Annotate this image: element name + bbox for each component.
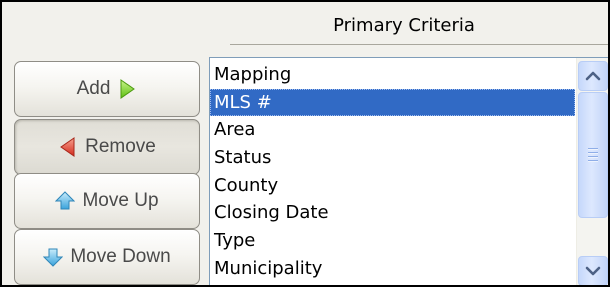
arrow-left-icon bbox=[58, 136, 78, 158]
grip-icon bbox=[588, 148, 598, 162]
list-item-mls-number[interactable]: MLS # bbox=[210, 88, 575, 117]
list-item-municipality[interactable]: Municipality bbox=[210, 255, 575, 283]
chevron-down-icon bbox=[585, 265, 601, 277]
criteria-listbox[interactable]: Mapping MLS # Area Status County Closing… bbox=[209, 57, 608, 285]
move-down-button[interactable]: Move Down bbox=[14, 229, 200, 285]
list-item-type[interactable]: Type bbox=[210, 227, 575, 255]
header-divider bbox=[230, 44, 608, 45]
list-item-closing-date[interactable]: Closing Date bbox=[210, 199, 575, 227]
scroll-up-button[interactable] bbox=[578, 61, 608, 91]
list-item-county[interactable]: County bbox=[210, 172, 575, 200]
scroll-thumb[interactable] bbox=[578, 92, 608, 218]
move-up-button[interactable]: Move Up bbox=[14, 173, 200, 229]
arrow-up-icon bbox=[55, 190, 76, 212]
move-down-button-label: Move Down bbox=[70, 246, 171, 267]
list-item-area[interactable]: Area bbox=[210, 116, 575, 144]
chevron-up-icon bbox=[585, 70, 601, 82]
list-item-status[interactable]: Status bbox=[210, 144, 575, 172]
vertical-scrollbar[interactable] bbox=[576, 58, 608, 285]
remove-button-label: Remove bbox=[85, 136, 156, 157]
criteria-panel: Primary Criteria Add Remove Move Up Move… bbox=[0, 0, 610, 287]
criteria-list: Mapping MLS # Area Status County Closing… bbox=[210, 61, 575, 283]
arrow-right-icon bbox=[117, 78, 137, 100]
scroll-down-button[interactable] bbox=[578, 256, 608, 285]
add-button[interactable]: Add bbox=[14, 61, 200, 117]
add-button-label: Add bbox=[76, 78, 111, 99]
list-item-mapping[interactable]: Mapping bbox=[210, 61, 575, 89]
panel-title: Primary Criteria bbox=[333, 15, 475, 36]
arrow-down-icon bbox=[43, 246, 64, 268]
remove-button[interactable]: Remove bbox=[14, 119, 200, 175]
move-up-button-label: Move Up bbox=[82, 190, 159, 211]
